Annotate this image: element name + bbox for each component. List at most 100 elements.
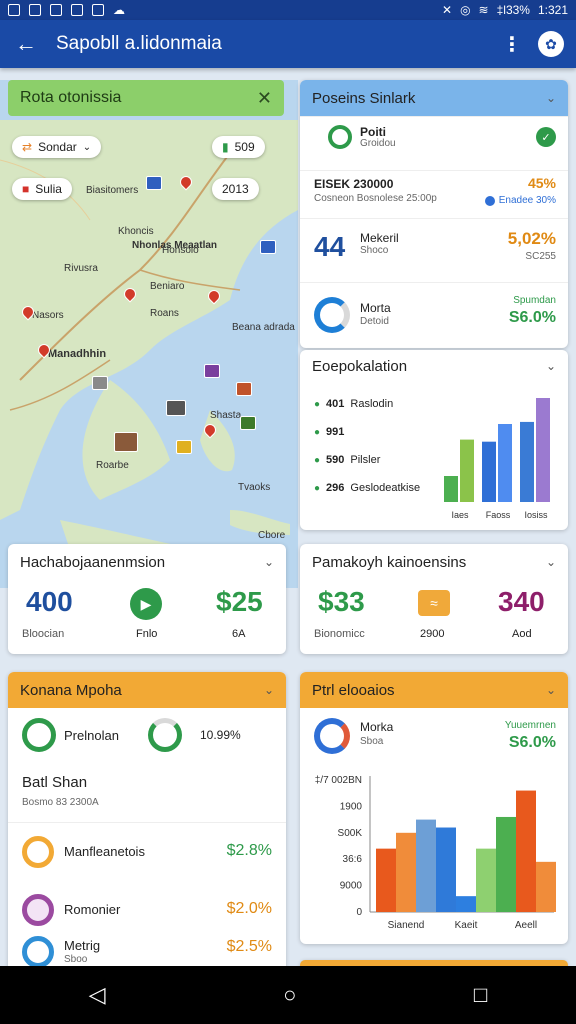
stats-item-value: 5,02% bbox=[507, 229, 556, 248]
chart-card-header[interactable]: Ptrl elooaios ⌄ bbox=[300, 672, 568, 708]
region-list: ● 401 Raslodin ● 991 ● 590 Pilsler ● 296… bbox=[314, 390, 434, 502]
metric-card-2-header[interactable]: Pamakoyh kainoensins ⌄ bbox=[300, 544, 568, 580]
chevron-down-icon: ⌄ bbox=[82, 141, 92, 153]
nav-home-button[interactable]: ○ bbox=[283, 982, 296, 1008]
chevron-down-icon[interactable]: ⌄ bbox=[546, 555, 556, 569]
stats-item[interactable]: Morta Detoid Spumdan S6.0% bbox=[300, 282, 568, 348]
building-marker-icon[interactable] bbox=[260, 240, 276, 254]
more-vert-icon[interactable]: ⋮ bbox=[498, 32, 526, 57]
back-arrow-icon[interactable]: ← bbox=[12, 30, 40, 58]
chart-marker-icon[interactable] bbox=[146, 176, 162, 190]
map-place-label: Nasors bbox=[32, 310, 64, 321]
region-bar-chart[interactable]: Iaes Faoss Iosiss bbox=[440, 390, 560, 524]
region-list-item[interactable]: ● 401 Raslodin bbox=[314, 390, 434, 418]
house-marker-icon[interactable] bbox=[236, 382, 252, 396]
region-label: Geslodeatkise bbox=[350, 482, 421, 494]
chevron-down-icon[interactable]: ⌄ bbox=[546, 91, 556, 105]
building-marker-icon[interactable] bbox=[204, 364, 220, 378]
y-tick-label: ‡/7 002BN bbox=[315, 775, 362, 786]
metric-card-1-title: Hachabojaanenmsion bbox=[20, 553, 166, 571]
chevron-down-icon[interactable]: ⌄ bbox=[264, 555, 274, 569]
notification-icon bbox=[8, 4, 20, 16]
stats-card-header[interactable]: Poseins Sinlark ⌄ bbox=[300, 80, 568, 116]
stats-item-subtitle: Groidou bbox=[360, 138, 396, 149]
year-label: 2013 bbox=[222, 182, 249, 196]
stats-item[interactable]: EISEK 230000 Cosneon Bosnolese 25:00p 45… bbox=[300, 170, 568, 218]
stats-item-value: S6.0% bbox=[508, 309, 556, 326]
nav-recents-button[interactable]: □ bbox=[474, 982, 487, 1008]
stats-item-badge: Enadee 30% bbox=[484, 195, 556, 206]
metric-value: $25 bbox=[216, 586, 263, 617]
x-tick-label: Sianend bbox=[388, 920, 425, 931]
list-item-title: Manfleanetois bbox=[64, 844, 145, 859]
close-icon[interactable]: ✕ bbox=[257, 88, 272, 109]
region-list-item[interactable]: ● 991 bbox=[314, 418, 434, 446]
list-item-value: 10.99% bbox=[200, 728, 241, 742]
stats-item[interactable]: Poiti Groidou ✓ bbox=[300, 116, 568, 170]
bar bbox=[516, 790, 536, 912]
wallet-icon[interactable]: ≈ bbox=[418, 590, 450, 616]
chevron-down-icon[interactable]: ⌄ bbox=[546, 359, 556, 373]
metric-label: Fnlo bbox=[136, 628, 158, 640]
park-marker-icon[interactable] bbox=[240, 416, 256, 430]
list-card-header[interactable]: Konana Mpoha ⌄ bbox=[8, 672, 286, 708]
list-item[interactable]: Batl Shan Bosmo 83 2300A bbox=[22, 774, 99, 808]
list-item[interactable]: Romonier $2.0% bbox=[8, 890, 286, 934]
chevron-down-icon[interactable]: ⌄ bbox=[546, 683, 556, 697]
building-marker-icon[interactable] bbox=[92, 376, 108, 390]
region-list-item[interactable]: ● 590 Pilsler bbox=[314, 446, 434, 474]
map-panel[interactable]: Rota otonissia ✕ ⇄ Sondar ⌄ ▮ 509 ■ Suli… bbox=[0, 80, 298, 588]
status-bar: ☁ ✕ ◎ ≋ ‡l33% 1:321 bbox=[0, 0, 576, 20]
list-item[interactable]: Metrig Sboo $2.5% bbox=[8, 932, 286, 966]
map-place-label: Biasitomers bbox=[86, 185, 139, 196]
notification-icon bbox=[50, 4, 62, 16]
map-place-label: Roarbe bbox=[96, 460, 129, 471]
bar bbox=[376, 848, 396, 912]
region-card-header[interactable]: Eoepokalation ⌄ bbox=[300, 350, 568, 382]
list-item[interactable]: Manfleanetois $2.8% bbox=[8, 832, 286, 880]
star-marker-icon[interactable] bbox=[176, 440, 192, 454]
metric-card-1-header[interactable]: Hachabojaanenmsion ⌄ bbox=[8, 544, 286, 580]
stats-item-label: EISEK 230000 bbox=[314, 177, 394, 191]
bar bbox=[482, 441, 496, 502]
stats-item[interactable]: 44 Mekeril Shoco 5,02% SC255 bbox=[300, 218, 568, 282]
bar bbox=[520, 421, 534, 502]
list-item-subtitle: Bosmo 83 2300A bbox=[22, 797, 99, 808]
battery-text: ‡l33% bbox=[496, 3, 530, 17]
house-marker-icon[interactable] bbox=[166, 400, 186, 416]
house-marker-icon[interactable] bbox=[114, 432, 138, 452]
play-icon[interactable]: ▶ bbox=[130, 588, 162, 620]
list-item-value: $2.8% bbox=[226, 842, 272, 859]
region-value: 401 bbox=[326, 398, 345, 410]
metric-card-2: Pamakoyh kainoensins ⌄ $33 Bionomicc ≈ 2… bbox=[300, 544, 568, 654]
notification-icon bbox=[71, 4, 83, 16]
map-place-label: Beana adrada bbox=[232, 322, 295, 333]
count-label: 509 bbox=[234, 140, 255, 154]
stats-item-title: Mekeril bbox=[360, 231, 399, 245]
metric-label: Bloocian bbox=[22, 628, 65, 640]
region-list-item[interactable]: ● 296 Geslodeatkise bbox=[314, 474, 434, 502]
gps-icon: ◎ bbox=[460, 3, 471, 17]
year-chip[interactable]: 2013 bbox=[212, 178, 259, 200]
nav-back-button[interactable]: ◁ bbox=[89, 982, 106, 1008]
metric-label: 6A bbox=[232, 628, 246, 640]
stats-item-subtitle: Shoco bbox=[360, 245, 389, 256]
list-card: Konana Mpoha ⌄ Prelnolan 10.99% Batl Sha… bbox=[8, 672, 286, 966]
layer-chip[interactable]: ■ Sulia bbox=[12, 178, 72, 200]
notification-icon bbox=[92, 4, 104, 16]
profile-icon[interactable]: ✿ bbox=[538, 31, 564, 57]
system-nav-bar: ◁ ○ □ bbox=[0, 966, 576, 1024]
map-place-label: Tvaoks bbox=[238, 482, 271, 493]
map-title: Rota otonissia bbox=[20, 89, 122, 106]
page-title: Sapobll a.lidonmaia bbox=[56, 33, 222, 54]
list-item[interactable]: Prelnolan 10.99% bbox=[8, 708, 286, 764]
chevron-down-icon[interactable]: ⌄ bbox=[264, 683, 274, 697]
bar bbox=[416, 819, 436, 912]
divider bbox=[8, 822, 286, 823]
y-tick-label: 1900 bbox=[340, 801, 363, 812]
y-tick-label: 0 bbox=[356, 907, 362, 918]
pt-bar-chart[interactable]: ‡/7 002BN 1900 S00K 36:6 9000 0 Sianend Kaeit Ae… bbox=[308, 772, 560, 936]
sender-dropdown[interactable]: ⇄ Sondar ⌄ bbox=[12, 136, 102, 158]
count-chip[interactable]: ▮ 509 bbox=[212, 136, 265, 158]
stats-item-title: Morta bbox=[360, 301, 391, 315]
